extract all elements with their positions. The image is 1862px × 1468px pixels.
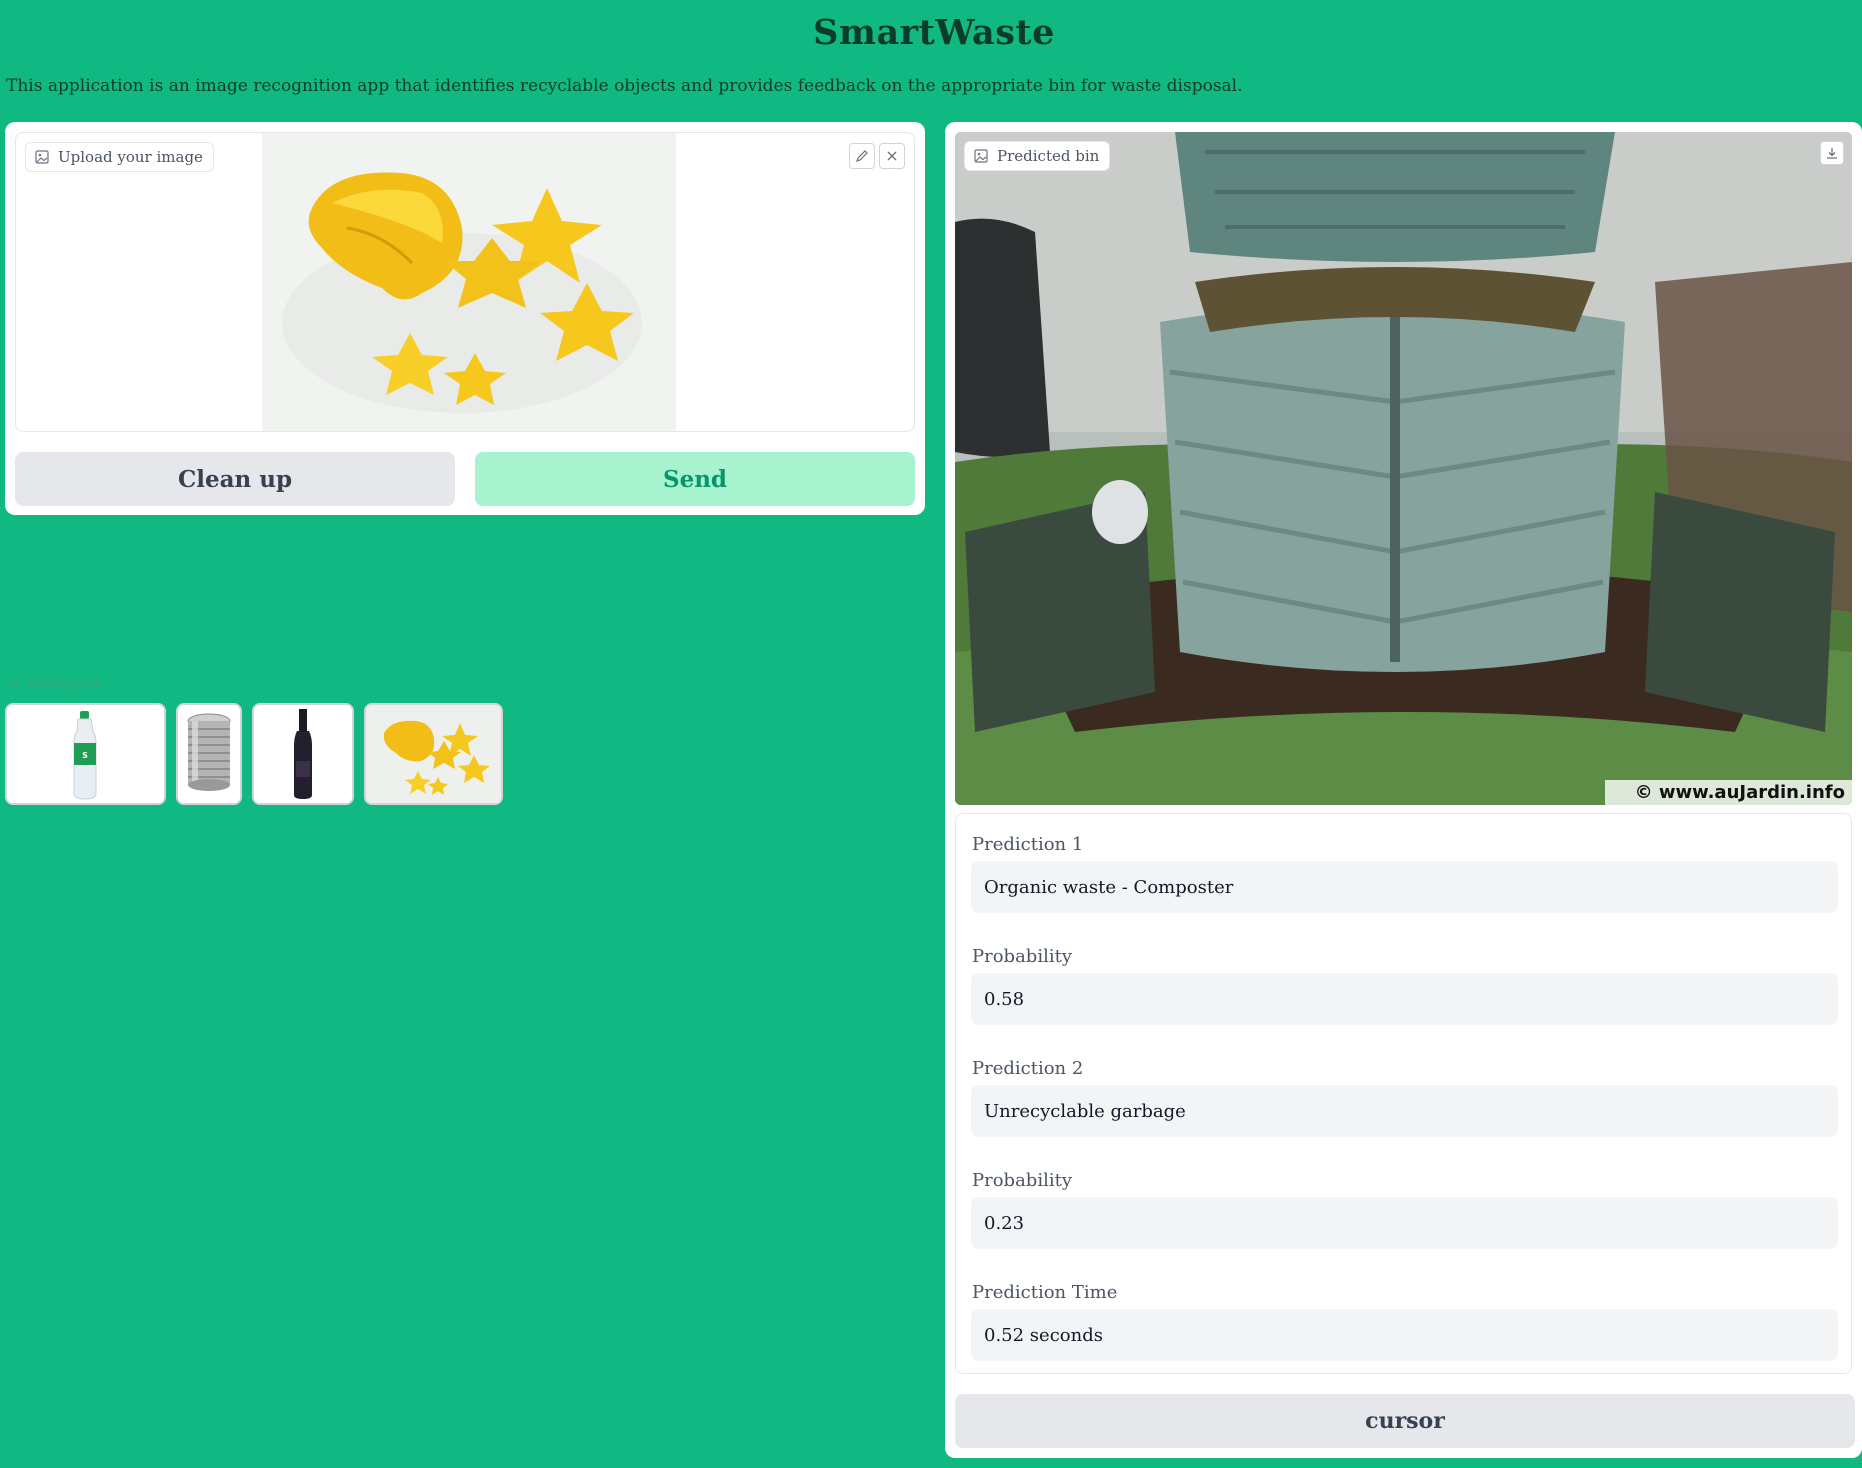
list-icon bbox=[8, 674, 20, 692]
send-button[interactable]: Send bbox=[475, 452, 915, 506]
watermark-text: © www.auJardin.info bbox=[1635, 782, 1845, 803]
wine-bottle-thumbnail bbox=[254, 705, 352, 803]
prediction-1-value[interactable]: Organic waste - Composter bbox=[971, 861, 1838, 913]
tin-can-thumbnail bbox=[178, 705, 240, 803]
download-icon bbox=[1827, 148, 1837, 159]
image-input-label-text: Upload your image bbox=[58, 148, 203, 166]
example-tin-can[interactable] bbox=[176, 703, 242, 805]
image-icon bbox=[974, 149, 988, 163]
prediction-time-label: Prediction Time bbox=[972, 1282, 1118, 1303]
clean-up-button[interactable]: Clean up bbox=[15, 452, 455, 506]
prediction-2-label: Prediction 2 bbox=[972, 1058, 1084, 1079]
uploaded-starfruit-image bbox=[262, 133, 676, 431]
example-plastic-bottle[interactable]: S bbox=[5, 703, 166, 805]
examples-header: Examples bbox=[8, 674, 99, 692]
output-panel: © www.auJardin.info Predicted bin Predic… bbox=[945, 122, 1862, 1458]
plastic-bottle-thumbnail: S bbox=[7, 705, 164, 803]
examples-label: Examples bbox=[25, 674, 99, 692]
predicted-bin-label-text: Predicted bin bbox=[997, 147, 1100, 165]
prediction-1-label: Prediction 1 bbox=[972, 834, 1084, 855]
predicted-bin-label: Predicted bin bbox=[964, 141, 1111, 171]
prediction-2-value[interactable]: Unrecyclable garbage bbox=[971, 1085, 1838, 1137]
download-button[interactable] bbox=[1820, 141, 1844, 165]
prediction-outputs: Prediction 1 Organic waste - Composter P… bbox=[955, 813, 1852, 1374]
pencil-icon bbox=[856, 150, 868, 162]
image-upload-area[interactable]: Upload your image bbox=[15, 132, 915, 432]
image-input-label: Upload your image bbox=[25, 142, 214, 172]
app-title: SmartWaste bbox=[813, 12, 1055, 53]
probability-1-value[interactable]: 0.58 bbox=[971, 973, 1838, 1025]
probability-2-value[interactable]: 0.23 bbox=[971, 1197, 1838, 1249]
prediction-time-value[interactable]: 0.52 seconds bbox=[971, 1309, 1838, 1361]
starfruit-thumbnail bbox=[366, 705, 501, 803]
app-description: This application is an image recognition… bbox=[6, 76, 1243, 96]
image-icon bbox=[35, 150, 49, 164]
clear-image-button[interactable] bbox=[879, 143, 905, 169]
probability-1-label: Probability bbox=[972, 946, 1073, 967]
cursor-button[interactable]: cursor bbox=[955, 1394, 1855, 1448]
svg-text:S: S bbox=[82, 751, 88, 760]
close-icon bbox=[887, 151, 897, 161]
predicted-bin-image-area: © www.auJardin.info Predicted bin bbox=[955, 132, 1852, 805]
example-starfruit[interactable] bbox=[364, 703, 503, 805]
composter-photo: © www.auJardin.info bbox=[955, 132, 1852, 805]
input-panel: Upload your image Clean up Send bbox=[5, 122, 925, 515]
edit-button[interactable] bbox=[849, 143, 875, 169]
probability-2-label: Probability bbox=[972, 1170, 1073, 1191]
example-wine-bottle[interactable] bbox=[252, 703, 354, 805]
